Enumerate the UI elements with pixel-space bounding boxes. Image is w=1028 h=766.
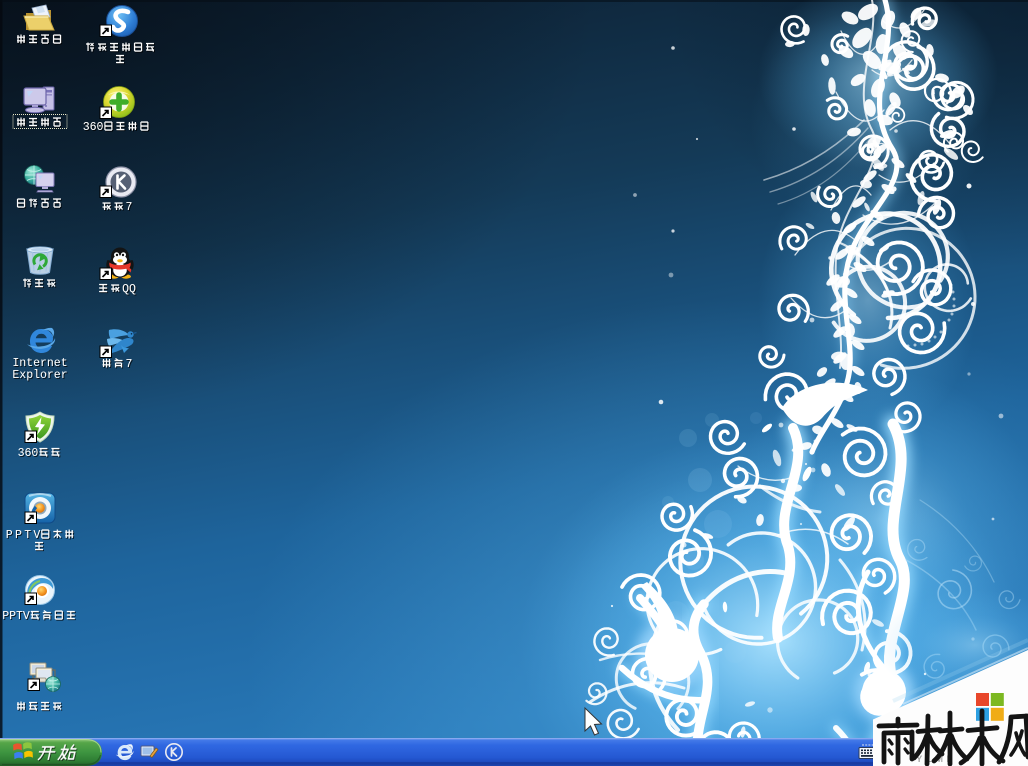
svg-text:Explorer: Explorer xyxy=(12,369,67,382)
svg-text:QQ: QQ xyxy=(122,283,136,296)
svg-text:360: 360 xyxy=(83,121,104,134)
svg-text:360: 360 xyxy=(18,447,39,460)
svg-text:7: 7 xyxy=(126,358,133,371)
svg-text:7: 7 xyxy=(126,201,133,214)
svg-text:PPTV: PPTV xyxy=(2,610,30,623)
